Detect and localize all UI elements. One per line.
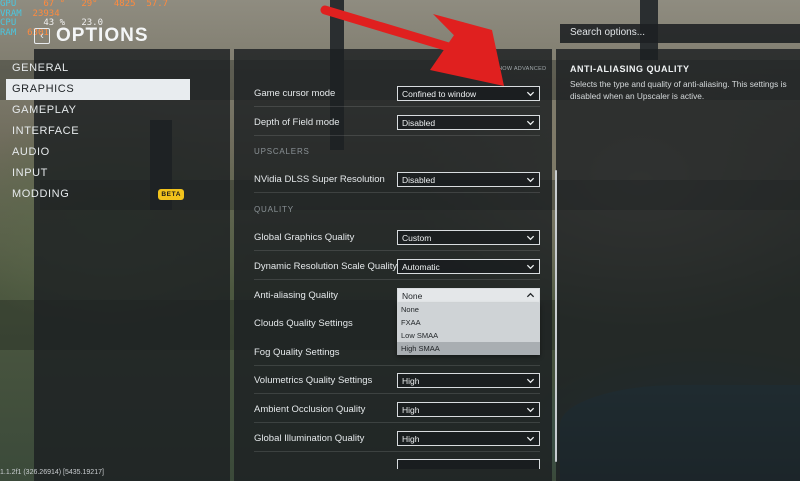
build-version: 1.1.2f1 (326.26914) [5435.19217]	[0, 469, 104, 476]
annotation-arrow-icon	[320, 5, 504, 86]
